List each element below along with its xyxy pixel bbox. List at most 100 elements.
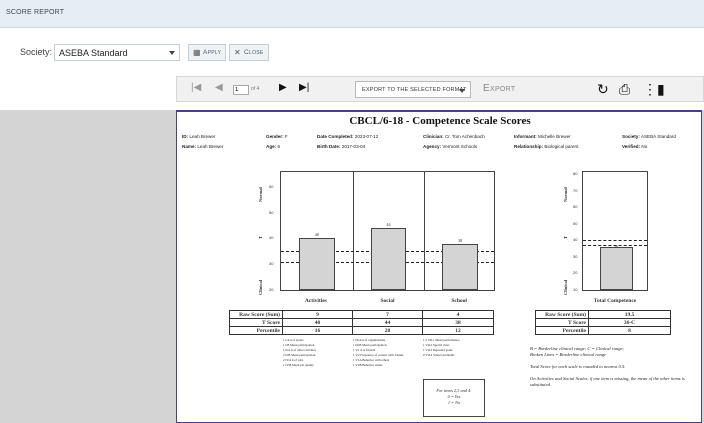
age-field: Age: 6	[266, 144, 280, 149]
y-tick-label: 60	[269, 183, 274, 189]
next-page-icon[interactable]: ▶	[279, 82, 287, 93]
apply-button-label: Apply	[203, 49, 222, 56]
table-cell: 7	[352, 310, 423, 319]
birth-date-field: Birth Date: 2017-03-04	[317, 144, 365, 149]
page-header: SCORE REPORT	[0, 0, 704, 28]
verified-label: Verified:	[622, 144, 641, 149]
print-icon[interactable]: ⎙	[619, 81, 630, 97]
y-tick-label: 20	[573, 270, 578, 276]
table-row: Percentile 8	[535, 326, 671, 335]
last-page-icon[interactable]: ▶|	[299, 82, 309, 93]
y-tick-label: 60	[573, 204, 578, 210]
age-label: Age:	[266, 144, 277, 149]
export-format-select[interactable]: EXPORT TO THE SELECTED FORMAT	[355, 81, 471, 98]
relationship-value: Biological parent	[544, 144, 579, 149]
date-completed-value: 2023-07-12	[354, 134, 379, 139]
society-info-label: Society:	[622, 134, 640, 139]
table-cell: 44	[352, 318, 423, 327]
apply-button[interactable]: ▦ Apply	[188, 44, 226, 61]
clinical-band-label: Clinical	[258, 279, 263, 295]
date-completed-label: Date Completed:	[317, 134, 354, 139]
scale-score-table: Raw Score (Sum) 9 7 4 T Score 40 44 38 P…	[229, 310, 494, 335]
agency-value: Vermont Schools	[442, 144, 478, 149]
informant-label: Informant:	[514, 134, 537, 139]
table-cell: 8	[588, 326, 671, 335]
y-tick-label: 40	[269, 235, 274, 241]
verified-field: Verified: No	[622, 144, 647, 149]
normal-band-label: Normal	[563, 187, 568, 202]
y-tick-label: 40	[573, 237, 578, 243]
column-divider	[424, 172, 426, 290]
table-row: T Score 36-C	[535, 318, 671, 327]
table-cell: 28	[352, 326, 423, 335]
name-value: Leah Brewer	[197, 144, 224, 149]
society-label: Society:	[20, 47, 53, 57]
relationship-label: Relationship:	[514, 144, 544, 149]
row-label: T Score	[535, 318, 589, 327]
verified-value: No	[641, 144, 648, 149]
rounding-note: Total Score for each scale is rounded to…	[530, 364, 626, 369]
school-items: 1.5 VII.1 Mean performance 1 VII.2 Speci…	[423, 338, 460, 358]
bar-value-label: 40	[314, 232, 319, 238]
competence-chart: 40 44 38	[280, 171, 495, 291]
table-cell: 12	[422, 326, 494, 335]
legend-note-2: Broken Lines = Borderline clinical range	[530, 352, 607, 357]
birth-date-label: Birth Date:	[317, 144, 341, 149]
list-item: 1 IV.B Mean job quality	[283, 363, 314, 367]
social-items: 1 III.A # of organizations 1 III.B Mean …	[353, 338, 403, 368]
report-viewer-toolbar: |◀ ◀ of 4 ▶ ▶| EXPORT TO THE SELECTED FO…	[176, 76, 704, 102]
table-row: Percentile 16 28 12	[229, 326, 494, 335]
id-field: ID: Leah Brewer	[182, 134, 215, 139]
society-select-value: ASEBA Standard	[59, 48, 128, 58]
y-tick-label: 20	[269, 287, 274, 292]
society-info-value: ASEBA Standard	[640, 134, 676, 139]
gender-field: Gender: F	[266, 134, 288, 139]
y-tick-label: 30	[573, 253, 578, 259]
bar	[298, 238, 335, 290]
report-title: CBCL/6-18 - Competence Scale Scores	[349, 115, 531, 127]
note-line: 1 = No	[447, 400, 461, 405]
table-cell: 16	[282, 326, 353, 335]
list-item: 1 VI.B Behavior Alone	[353, 363, 383, 367]
bar-value-label: 44	[386, 222, 391, 228]
close-button[interactable]: ✕ Close	[229, 44, 269, 61]
report-notes: B = Borderline clinical range; C = Clini…	[530, 346, 690, 388]
y-tick-label: 30	[269, 261, 274, 267]
prev-page-icon[interactable]: ◀	[215, 82, 223, 93]
total-competence-chart: 36	[582, 171, 648, 291]
clinician-value: Cr. Tom Achenbach	[444, 134, 485, 139]
row-label: Percentile	[535, 326, 589, 335]
total-score-table: Raw Score (Sum) 19.5 T Score 36-C Percen…	[535, 310, 671, 335]
table-cell: 19.5	[588, 310, 671, 319]
first-page-icon[interactable]: |◀	[191, 82, 201, 93]
row-label: T Score	[229, 318, 283, 327]
table-row: Raw Score (Sum) 19.5	[535, 310, 671, 319]
table-cell: 38	[422, 318, 494, 327]
export-format-value: EXPORT TO THE SELECTED FORMAT	[362, 87, 467, 93]
agency-field: Agency: Vermont Schools	[423, 144, 477, 149]
borderline-line	[583, 240, 647, 242]
category-label: Total Competence	[593, 298, 637, 304]
export-button[interactable]: Export	[483, 83, 515, 94]
bar-value-label: 38	[458, 237, 463, 243]
informant-field: Informant: Michelle Brewer	[514, 134, 571, 139]
page-number-input[interactable]	[233, 85, 249, 95]
agency-label: Agency:	[423, 144, 442, 149]
name-field: Name: Leah Brewer	[182, 144, 223, 149]
y-tick-label: 50	[269, 209, 274, 215]
table-cell: 36-C	[588, 318, 671, 327]
y-axis-label: T	[258, 235, 263, 239]
table-row: T Score 40 44 38	[229, 318, 494, 327]
close-icon: ✕	[234, 48, 242, 57]
table-row: Raw Score (Sum) 9 7 4	[229, 310, 494, 319]
page-title: SCORE REPORT	[6, 9, 65, 16]
age-value: 6	[277, 144, 281, 149]
date-completed-field: Date Completed: 2023-07-12	[317, 134, 378, 139]
chevron-down-icon	[169, 51, 175, 55]
society-select[interactable]: ASEBA Standard	[54, 44, 180, 61]
toggle-panel-icon[interactable]: ⋮▮	[643, 81, 665, 97]
bar	[370, 228, 407, 290]
refresh-icon[interactable]: ↻	[597, 81, 609, 97]
table-cell: 40	[282, 318, 353, 327]
chevron-down-icon	[459, 89, 465, 93]
